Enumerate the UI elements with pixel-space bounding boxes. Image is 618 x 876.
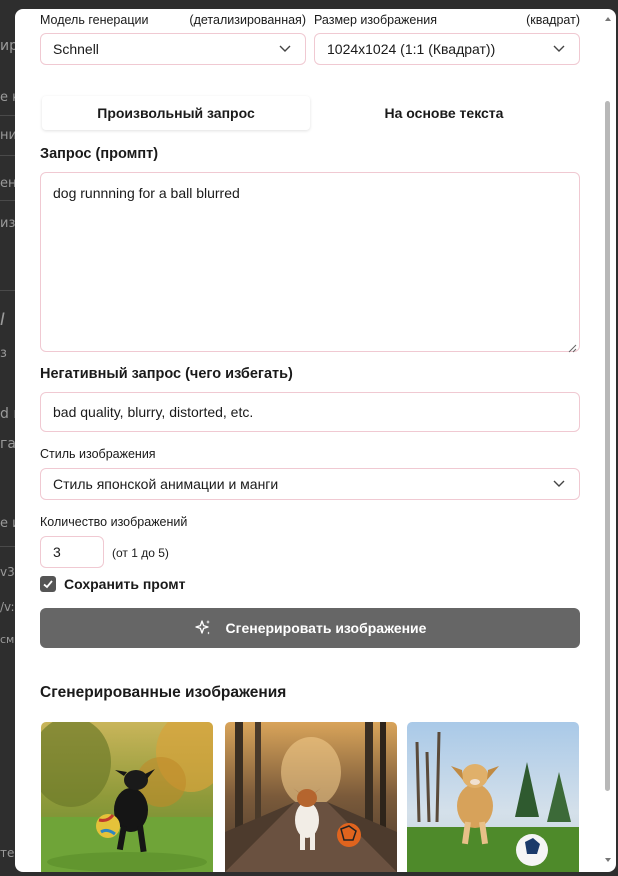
checkmark-icon [43, 580, 53, 589]
negative-prompt-placeholder: bad quality, blurry, distorted, etc. [53, 404, 254, 420]
model-label-row: Модель генерации (детализированная) [40, 13, 306, 27]
generate-button-label: Сгенерировать изображение [225, 620, 427, 636]
style-select[interactable]: Стиль японской анимации и манги [40, 468, 580, 500]
tab-custom-prompt[interactable]: Произвольный запрос [42, 96, 310, 130]
background-text-fragment: I [0, 310, 6, 330]
results-title: Сгенерированные изображения [40, 684, 287, 701]
background-divider [0, 546, 16, 547]
size-hint: (квадрат) [526, 13, 580, 27]
model-field: Модель генерации (детализированная) Schn… [40, 13, 306, 65]
negative-prompt-input[interactable]: bad quality, blurry, distorted, etc. [40, 392, 580, 432]
negative-prompt-label: Негативный запрос (чего избегать) [40, 366, 293, 382]
image-count-value: 3 [53, 544, 61, 560]
scroll-up-arrow-icon[interactable] [605, 17, 611, 21]
image-generation-dialog: Модель генерации (детализированная) Schn… [15, 9, 616, 872]
chevron-down-icon [279, 44, 291, 54]
model-select[interactable]: Schnell [40, 33, 306, 65]
prompt-text: dog runnning for a ball blurred [53, 185, 240, 201]
background-text-fragment: /v: [0, 600, 15, 614]
size-label: Размер изображения [314, 13, 437, 27]
sparkles-icon [194, 619, 212, 637]
generated-image-1[interactable] [41, 722, 213, 872]
tab-text-based[interactable]: На основе текста [310, 96, 578, 130]
background-divider [0, 155, 16, 156]
generated-image-2[interactable] [225, 722, 397, 872]
size-select-value: 1024x1024 (1:1 (Квадрат)) [327, 41, 496, 57]
size-label-row: Размер изображения (квадрат) [314, 13, 580, 27]
generate-image-button[interactable]: Сгенерировать изображение [40, 608, 580, 648]
background-divider [0, 200, 16, 201]
background-text-fragment: з [0, 346, 7, 361]
background-divider [0, 115, 16, 116]
scrollbar-thumb[interactable] [605, 101, 610, 791]
prompt-mode-tabs: Произвольный запрос На основе текста [42, 96, 578, 130]
save-prompt-checkbox[interactable] [40, 576, 56, 592]
model-hint: (детализированная) [189, 13, 306, 27]
background-divider [0, 290, 16, 291]
chevron-down-icon [553, 479, 565, 489]
chevron-down-icon [553, 44, 565, 54]
style-label: Стиль изображения [40, 447, 156, 461]
resize-grip-icon[interactable] [568, 340, 577, 353]
image-count-hint: (от 1 до 5) [112, 546, 169, 560]
background-text-fragment: из [0, 216, 16, 231]
image-count-label: Количество изображений [40, 515, 188, 529]
prompt-textarea[interactable]: dog runnning for a ball blurred [40, 172, 580, 353]
model-select-value: Schnell [53, 41, 99, 57]
style-select-value: Стиль японской анимации и манги [53, 476, 279, 492]
scrollbar[interactable] [605, 13, 614, 868]
prompt-label: Запрос (промпт) [40, 146, 159, 162]
model-label: Модель генерации [40, 13, 149, 27]
scroll-down-arrow-icon[interactable] [605, 858, 611, 862]
image-count-input[interactable]: 3 [40, 536, 104, 568]
size-select[interactable]: 1024x1024 (1:1 (Квадрат)) [314, 33, 580, 65]
size-field: Размер изображения (квадрат) 1024x1024 (… [314, 13, 580, 65]
save-prompt-label[interactable]: Сохранить промт [64, 576, 185, 592]
generated-image-3[interactable] [407, 722, 579, 872]
